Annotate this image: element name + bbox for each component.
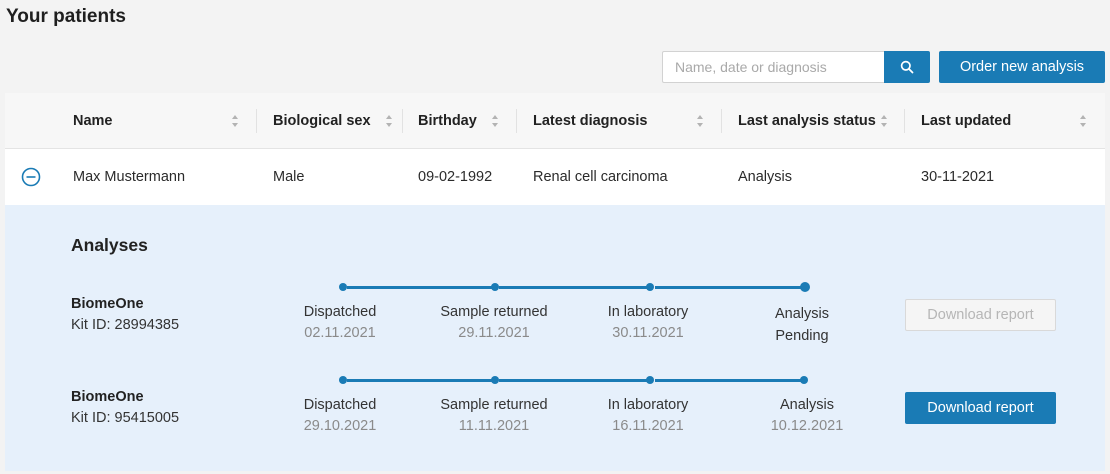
sort-icon (881, 115, 887, 127)
patient-name: Max Mustermann (73, 169, 186, 185)
column-header-last-updated[interactable]: Last updated (921, 93, 1091, 149)
step-label: In laboratory (607, 397, 689, 413)
sort-icon (697, 115, 703, 127)
step-date: 29.10.2021 (303, 418, 377, 434)
step-label: Dispatched (303, 304, 377, 320)
step-label: Sample returned (440, 304, 548, 320)
step-date: 11.11.2021 (458, 418, 530, 434)
timeline-dot (800, 376, 808, 384)
timeline-dot (339, 376, 347, 384)
step-date: 29.11.2021 (458, 325, 530, 341)
step-date: 02.11.2021 (304, 325, 376, 341)
sort-icon (232, 115, 238, 127)
timeline-connector (499, 378, 651, 382)
column-divider (256, 109, 257, 133)
search-input[interactable] (662, 51, 884, 83)
timeline-connector (347, 378, 495, 382)
column-header-label: Birthday (418, 113, 477, 129)
timeline-step: Dispatched 02.11.2021 (260, 301, 420, 343)
timeline-connector (655, 378, 805, 382)
timeline-step: Sample returned 11.11.2021 (414, 394, 574, 436)
sort-icon (1080, 115, 1086, 127)
table-row[interactable]: Max Mustermann Male 09-02-1992 Renal cel… (5, 149, 1105, 205)
step-label: Sample returned (440, 397, 548, 413)
timeline-step: Sample returned 29.11.2021 (414, 301, 574, 343)
toolbar: Order new analysis (662, 51, 1105, 83)
search-box (662, 51, 930, 83)
timeline-connector (655, 285, 805, 289)
column-header-label: Name (73, 113, 113, 129)
timeline-dot (491, 283, 499, 291)
step-date: 16.11.2021 (612, 418, 684, 434)
column-divider (721, 109, 722, 133)
page-title: Your patients (6, 6, 126, 27)
column-header-name[interactable]: Name (73, 93, 248, 149)
sort-icon (386, 115, 392, 127)
patient-sex: Male (273, 169, 305, 185)
timeline-step: In laboratory 30.11.2021 (568, 301, 728, 343)
step-label: Analysis (775, 306, 829, 322)
column-divider (402, 109, 403, 133)
column-header-label: Last updated (921, 113, 1012, 129)
order-new-analysis-button[interactable]: Order new analysis (939, 51, 1105, 83)
column-header-birthday[interactable]: Birthday (418, 93, 518, 149)
timeline-connector (499, 285, 651, 289)
column-header-label: Latest diagnosis (533, 113, 648, 129)
timeline-step: In laboratory 16.11.2021 (568, 394, 728, 436)
column-divider (516, 109, 517, 133)
step-date: 30.11.2021 (612, 325, 684, 341)
column-header-latest-diagnosis[interactable]: Latest diagnosis (533, 93, 713, 149)
download-report-button[interactable]: Download report (905, 392, 1056, 424)
step-label: Dispatched (303, 397, 377, 413)
patient-status: Analysis (738, 169, 792, 185)
analyses-title: Analyses (71, 235, 148, 255)
timeline-step: Dispatched 29.10.2021 (260, 394, 420, 436)
download-report-button[interactable]: Download report (905, 299, 1056, 331)
timeline-dot (646, 283, 654, 291)
patients-table: Name Biological sex Birthday Latest diag… (5, 93, 1105, 471)
timeline-step: Analysis Pending (722, 303, 882, 347)
step-date: 10.12.2021 (770, 418, 844, 434)
analyses-panel: Analyses BiomeOne Kit ID: 28994385 Dispa… (5, 205, 1105, 471)
sort-icon (492, 115, 498, 127)
step-date: Pending (775, 328, 829, 344)
step-label: Analysis (780, 397, 834, 413)
column-header-label: Last analysis status (738, 113, 876, 129)
timeline-connector (347, 285, 495, 289)
step-label: In laboratory (607, 304, 689, 320)
search-icon (900, 60, 914, 74)
column-divider (904, 109, 905, 133)
patient-birthday: 09-02-1992 (418, 169, 493, 185)
timeline-dot (646, 376, 654, 384)
patient-diagnosis: Renal cell carcinoma (533, 169, 668, 185)
patient-last-updated: 30-11-2021 (921, 169, 995, 185)
column-header-last-analysis-status[interactable]: Last analysis status (738, 93, 893, 149)
timeline-dot (339, 283, 347, 291)
search-button[interactable] (884, 51, 930, 83)
timeline-dot (491, 376, 499, 384)
timeline-dot (800, 282, 810, 292)
minus-circle-icon[interactable] (21, 167, 41, 187)
column-header-biological-sex[interactable]: Biological sex (273, 93, 401, 149)
column-header-label: Biological sex (273, 113, 371, 129)
table-header: Name Biological sex Birthday Latest diag… (5, 93, 1105, 149)
timeline-step: Analysis 10.12.2021 (727, 394, 887, 436)
